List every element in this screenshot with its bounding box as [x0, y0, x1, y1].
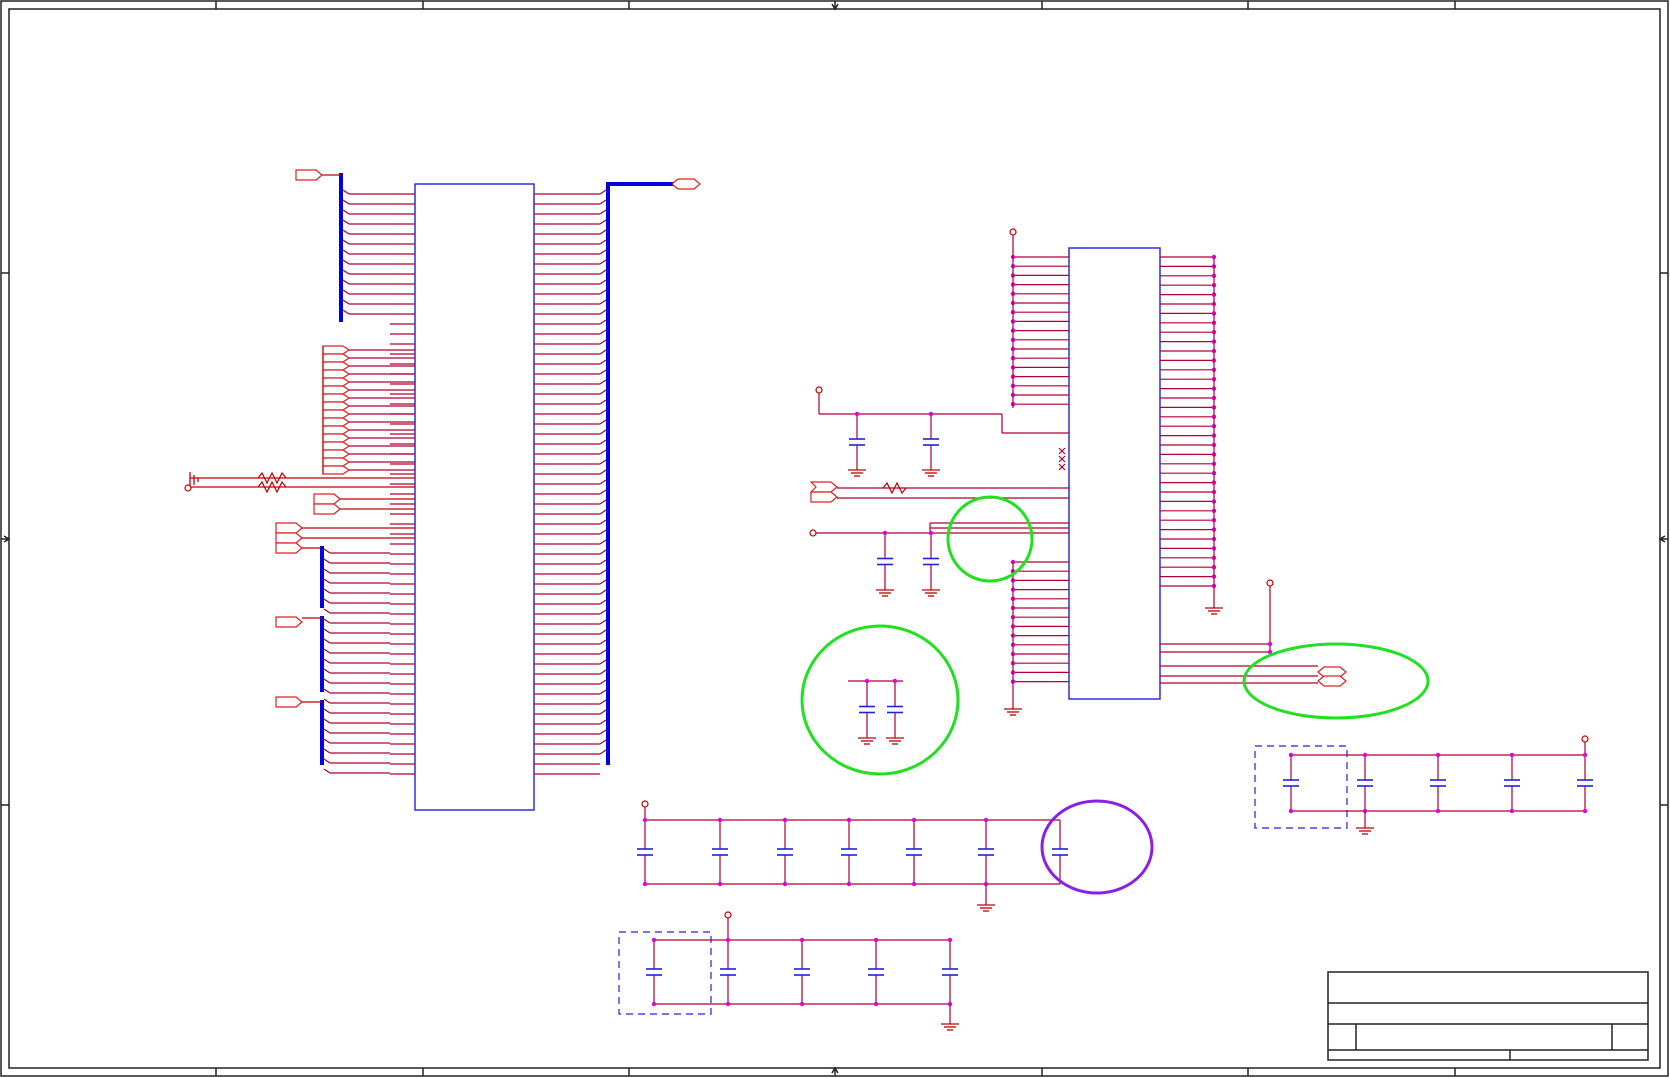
port-ctrl — [322, 433, 351, 443]
schematic-sheet — [0, 0, 1669, 1077]
ground-symbol — [876, 589, 894, 597]
port-ctrl — [322, 353, 351, 363]
vcc-decoupling-top — [809, 386, 1069, 597]
ground-symbol — [886, 737, 904, 745]
cap-pair-highlighted — [848, 678, 904, 745]
sheet-border — [0, 0, 1669, 1077]
ground-u2-left — [1004, 706, 1022, 716]
port-ctrl — [322, 449, 351, 459]
highlight-ring-purple — [1040, 799, 1154, 895]
left-bus-group — [184, 169, 701, 774]
port-ctrl — [322, 385, 351, 395]
ground-u2-right — [1205, 605, 1223, 615]
ground-symbol — [848, 469, 866, 477]
ground-symbol — [922, 589, 940, 597]
ground-symbol — [977, 904, 995, 912]
title-block — [1327, 971, 1649, 1061]
ground-symbol — [1356, 827, 1374, 835]
port-ctrl — [322, 457, 351, 467]
port-ctrl — [322, 393, 351, 403]
highlight-ring-green-caps — [800, 624, 960, 776]
cap-bank-bottom-1 — [637, 800, 1068, 912]
port-ctrl — [322, 369, 351, 379]
ground-symbol — [922, 469, 940, 477]
port-ctrl — [322, 417, 351, 427]
cap-bank-right — [1254, 735, 1593, 835]
ic-u1-left[interactable] — [390, 183, 607, 811]
port-ctrl — [322, 409, 351, 419]
ground-symbol — [941, 1023, 959, 1031]
ic-u2-right[interactable] — [930, 228, 1347, 716]
port-ctrl — [322, 361, 351, 371]
port-ctrl — [322, 465, 351, 475]
port-ctrl — [322, 377, 351, 387]
port-ctrl — [322, 401, 351, 411]
port-ctrl — [322, 425, 351, 435]
port-ctrl — [322, 345, 351, 355]
port-ctrl — [322, 441, 351, 451]
ground-symbol — [858, 737, 876, 745]
highlight-ring-green-small — [946, 495, 1034, 583]
cap-bank-bottom-2 — [618, 911, 959, 1031]
